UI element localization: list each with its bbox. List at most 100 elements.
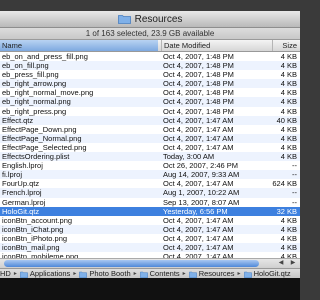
cell-size: --: [292, 197, 297, 207]
cell-name: eb_press_fill.png: [2, 70, 59, 80]
window-title: Resources: [134, 13, 183, 25]
cell-size: 4 KB: [280, 152, 297, 162]
cell-size: 40 KB: [276, 115, 297, 125]
cell-name: eb_on_fill.png: [2, 61, 49, 71]
breadcrumb-item[interactable]: Contents: [139, 269, 180, 278]
breadcrumb-item[interactable]: Photo Booth: [79, 269, 131, 278]
breadcrumb-label: HD: [0, 269, 11, 278]
cell-date: Oct 4, 2007, 1:47 AM: [163, 242, 234, 252]
table-row[interactable]: iconBtn_mail.png Oct 4, 2007, 1:47 AM 4 KB: [0, 242, 300, 253]
cell-name: iconBtn_iPhoto.png: [2, 233, 68, 243]
breadcrumb-item[interactable]: Resources: [188, 269, 235, 278]
breadcrumb-label: Applications: [29, 269, 71, 278]
folder-icon: [79, 271, 88, 278]
table-row[interactable]: iconBtn_iPhoto.png Oct 4, 2007, 1:47 AM 4 …: [0, 234, 300, 243]
title-bar[interactable]: Resources: [0, 11, 300, 28]
cell-date: Oct 4, 2007, 1:48 PM: [163, 88, 234, 98]
cell-date: Oct 4, 2007, 1:48 PM: [163, 106, 234, 116]
table-row[interactable]: eb_press_fill.png Oct 4, 2007, 1:48 PM 4 K…: [0, 70, 300, 79]
file-list: eb_on_and_press_fill.png Oct 4, 2007, 1:4…: [0, 52, 300, 258]
folder-icon: [188, 271, 197, 278]
cell-name: HoloGit.qtz: [2, 206, 40, 216]
cell-size: 4 KB: [280, 133, 297, 143]
breadcrumb-label: Resources: [198, 269, 235, 278]
breadcrumb-item[interactable]: HD: [0, 269, 11, 278]
table-row[interactable]: EffectPage_Down.png Oct 4, 2007, 1:47 AM 4…: [0, 125, 300, 134]
table-row[interactable]: eb_right_press.png Oct 4, 2007, 1:48 PM 4 …: [0, 107, 300, 116]
table-row[interactable]: iconBtn_iChat.png Oct 4, 2007, 1:47 AM 4 K…: [0, 224, 300, 234]
cell-name: Effect.qtz: [2, 115, 34, 125]
breadcrumb-label: Photo Booth: [89, 269, 131, 278]
table-row[interactable]: eb_right_normal.png Oct 4, 2007, 1:48 PM 4…: [0, 97, 300, 107]
table-row[interactable]: EffectPage_Normal.png Oct 4, 2007, 1:47 A…: [0, 133, 300, 143]
cell-name: iconBtn_account.png: [2, 215, 73, 225]
cell-date: Oct 4, 2007, 1:47 AM: [163, 115, 234, 125]
scrollbar-thumb[interactable]: [4, 260, 259, 267]
cell-name: eb_on_and_press_fill.png: [2, 52, 88, 61]
breadcrumb-item[interactable]: Applications: [20, 269, 70, 278]
cell-size: 4 KB: [280, 79, 297, 89]
table-row[interactable]: eb_right_arrow.png Oct 4, 2007, 1:48 PM 4 …: [0, 79, 300, 89]
cell-name: eb_right_normal.png: [2, 97, 71, 107]
table-row[interactable]: EffectPage_Selected.png Oct 4, 2007, 1:47…: [0, 143, 300, 152]
cell-size: 4 KB: [280, 242, 297, 252]
cell-date: Oct 26, 2007, 2:46 PM: [163, 161, 239, 171]
cell-name: EffectPage_Selected.png: [2, 142, 87, 152]
cell-size: --: [292, 170, 297, 180]
table-row[interactable]: iconBtn_account.png Oct 4, 2007, 1:47 AM 4…: [0, 216, 300, 225]
cell-date: Oct 4, 2007, 1:47 AM: [163, 179, 234, 189]
breadcrumb-separator-icon: ▸: [133, 271, 137, 277]
cell-size: 4 KB: [280, 106, 297, 116]
status-bar: 1 of 163 selected, 23.9 GB available: [0, 28, 300, 40]
cell-name: iconBtn_mail.png: [2, 242, 60, 252]
cell-size: 624 KB: [272, 179, 297, 189]
table-row[interactable]: English.lproj Oct 26, 2007, 2:46 PM --: [0, 161, 300, 170]
cell-size: 4 KB: [280, 124, 297, 134]
breadcrumb-separator-icon: ▸: [73, 271, 77, 277]
table-row[interactable]: Effect.qtz Oct 4, 2007, 1:47 AM 40 KB: [0, 115, 300, 125]
cell-date: Oct 4, 2007, 1:48 PM: [163, 97, 234, 107]
cell-date: Oct 4, 2007, 1:47 AM: [163, 124, 234, 134]
cell-date: Oct 4, 2007, 1:47 AM: [163, 142, 234, 152]
cell-date: Oct 4, 2007, 1:48 PM: [163, 70, 234, 80]
cell-name: English.lproj: [2, 161, 43, 171]
scroll-right-icon[interactable]: ▶: [288, 259, 298, 268]
column-header-size[interactable]: Size: [272, 40, 300, 51]
column-header-name[interactable]: Name: [0, 40, 158, 51]
table-row[interactable]: eb_right_normal_move.png Oct 4, 2007, 1:4…: [0, 88, 300, 97]
cell-date: Sep 13, 2007, 8:07 AM: [163, 197, 240, 207]
column-header: Name Date Modified Size: [0, 40, 300, 52]
cell-date: Oct 4, 2007, 1:47 AM: [163, 133, 234, 143]
table-row[interactable]: HoloGit.qtz Yesterday, 6:56 PM 32 KB: [0, 206, 300, 216]
bottom-area: [0, 278, 300, 300]
cell-date: Oct 4, 2007, 1:48 PM: [163, 79, 234, 89]
table-row[interactable]: fi.lproj Aug 14, 2007, 9:33 AM --: [0, 170, 300, 180]
table-row[interactable]: EffectsOrdering.plist Today, 3:00 AM 4 KB: [0, 152, 300, 162]
table-row[interactable]: eb_on_fill.png Oct 4, 2007, 1:48 PM 4 KB: [0, 61, 300, 71]
table-row[interactable]: German.lproj Sep 13, 2007, 8:07 AM --: [0, 198, 300, 207]
cell-size: 32 KB: [276, 206, 297, 216]
cell-name: FourUp.qtz: [2, 179, 40, 189]
cell-name: French.lproj: [2, 188, 42, 198]
cell-name: eb_right_normal_move.png: [2, 88, 94, 98]
folder-icon: [117, 15, 131, 24]
cell-name: eb_right_arrow.png: [2, 79, 67, 89]
column-header-date[interactable]: Date Modified: [161, 40, 271, 51]
table-row[interactable]: FourUp.qtz Oct 4, 2007, 1:47 AM 624 KB: [0, 179, 300, 188]
cell-size: 4 KB: [280, 215, 297, 225]
path-bar: HD ▸ Applications ▸ Photo Booth ▸ Contents ▸ Res…: [0, 268, 300, 278]
breadcrumb-separator-icon: ▸: [13, 271, 17, 277]
horizontal-scrollbar[interactable]: ◀ ▶: [0, 258, 300, 268]
table-row[interactable]: eb_on_and_press_fill.png Oct 4, 2007, 1:4…: [0, 52, 300, 61]
cell-size: 4 KB: [280, 61, 297, 71]
cell-date: Oct 4, 2007, 1:48 PM: [163, 52, 234, 61]
scroll-left-icon[interactable]: ◀: [276, 259, 286, 268]
breadcrumb-separator-icon: ▸: [237, 271, 241, 277]
cell-name: German.lproj: [2, 197, 46, 207]
breadcrumb-item[interactable]: HoloGit.qtz: [243, 269, 291, 278]
cell-name: eb_right_press.png: [2, 106, 67, 116]
folder-icon: [139, 271, 148, 278]
cell-name: EffectPage_Normal.png: [2, 133, 82, 143]
breadcrumb-label: Contents: [149, 269, 180, 278]
table-row[interactable]: French.lproj Aug 1, 2007, 10:22 AM --: [0, 188, 300, 198]
